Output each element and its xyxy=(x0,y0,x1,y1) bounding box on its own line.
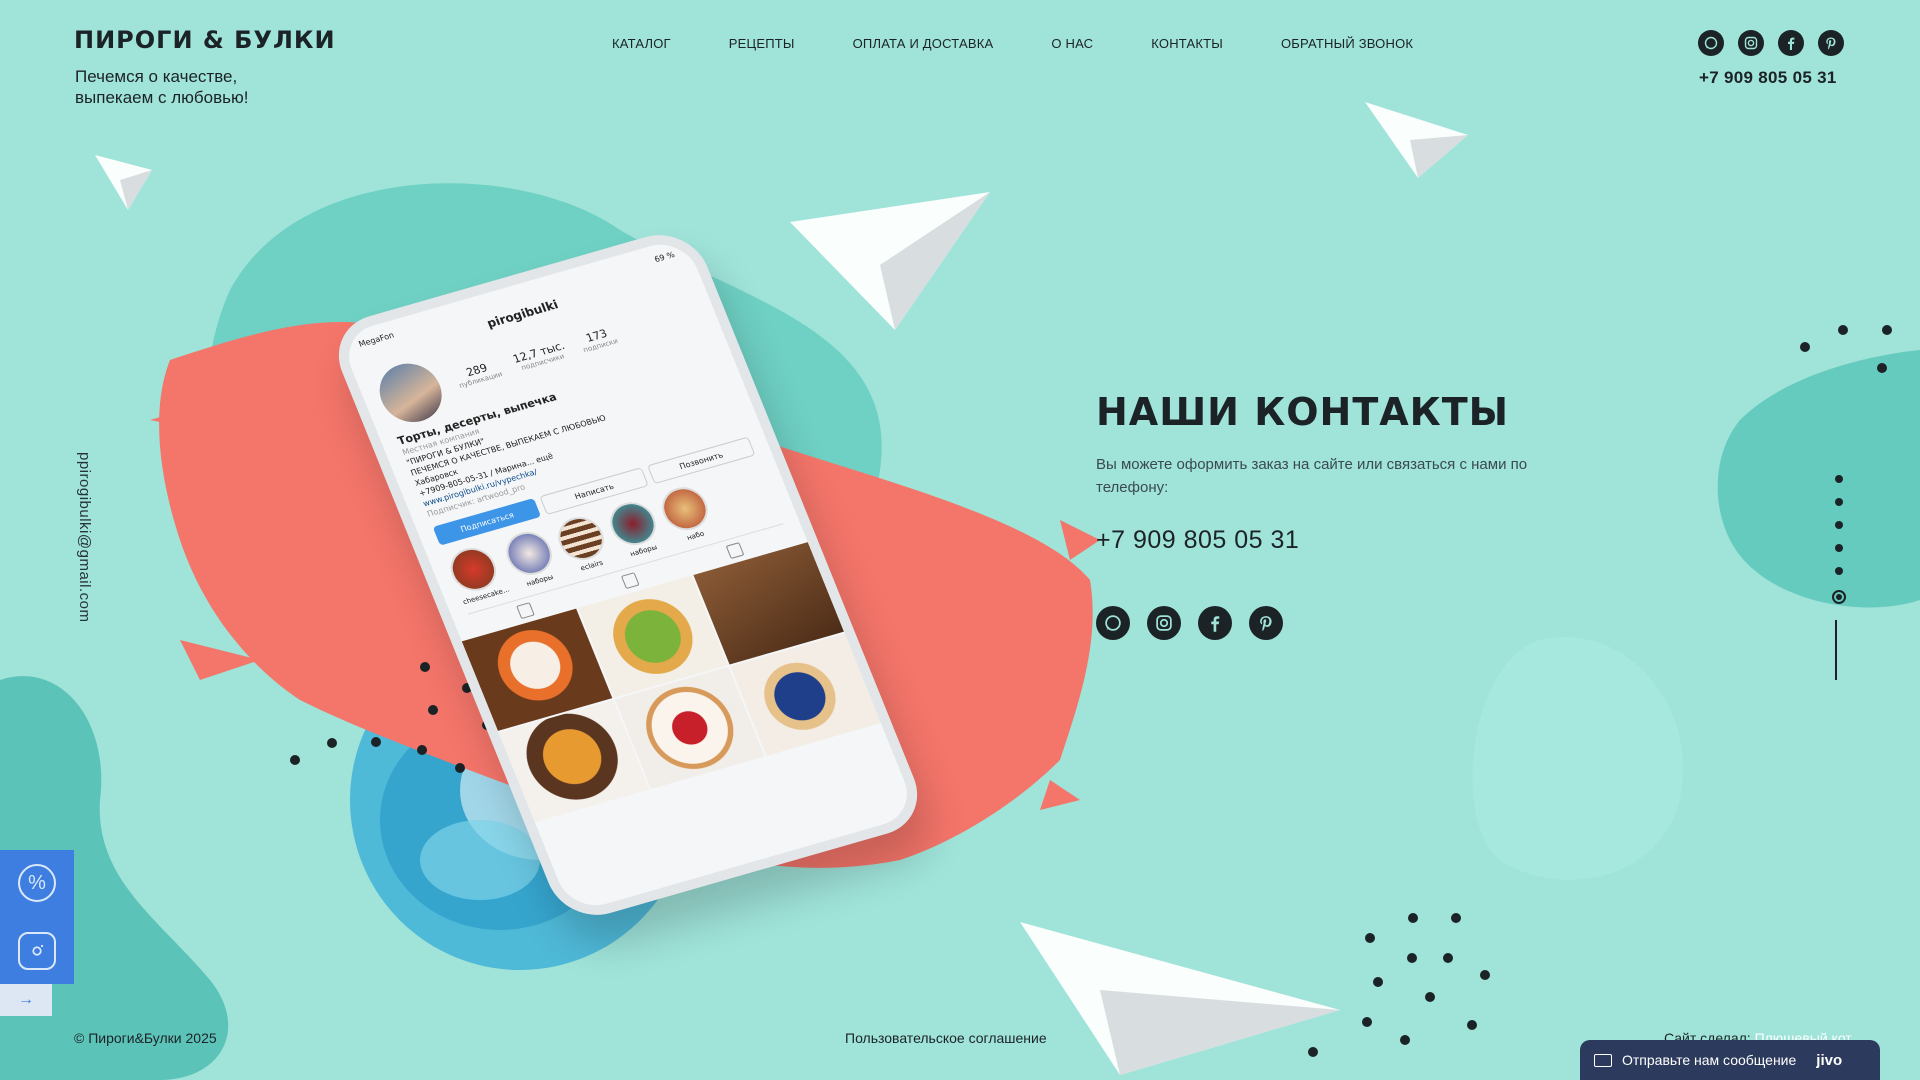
chat-widget-button[interactable]: Отправьте нам сообщение jivo xyxy=(1580,1040,1880,1080)
section-dot[interactable] xyxy=(1835,521,1843,529)
contacts-description: Вы можете оформить заказ на сайте или св… xyxy=(1096,456,1528,496)
whatsapp-icon[interactable] xyxy=(1096,606,1130,640)
section-pagination xyxy=(1832,475,1846,604)
chat-label: Отправьте нам сообщение xyxy=(1622,1052,1797,1068)
instagram-icon[interactable] xyxy=(1738,30,1764,56)
reels-icon xyxy=(620,572,640,590)
stat-followers: 12,7 тыс. подписчики xyxy=(510,338,567,372)
pinterest-icon[interactable] xyxy=(1818,30,1844,56)
nav-callback[interactable]: ОБРАТНЫЙ ЗВОНОК xyxy=(1281,36,1413,51)
instagram-phone-mockup: MegaFon 69 % pirogibulki 289 публикации 1… xyxy=(324,224,932,926)
section-dot-active[interactable] xyxy=(1832,590,1846,604)
highlight-item: eclairs xyxy=(551,512,614,575)
nav-contacts[interactable]: КОНТАКТЫ xyxy=(1151,36,1223,51)
section-dot[interactable] xyxy=(1835,544,1843,552)
site-tagline: Печемся о качестве, выпекаем с любовью! xyxy=(75,67,249,107)
panel-toggle-arrow-icon[interactable]: → xyxy=(0,984,52,1016)
contacts-title: НАШИ КОНТАКТЫ xyxy=(1096,390,1510,434)
main-nav: КАТАЛОГ РЕЦЕПТЫ ОПЛАТА И ДОСТАВКА О НАС … xyxy=(612,36,1413,51)
nav-recipes[interactable]: РЕЦЕПТЫ xyxy=(729,36,795,51)
footer-copyright: © Пироги&Булки 2025 xyxy=(74,1030,217,1046)
envelope-icon xyxy=(1594,1053,1612,1067)
header-phone[interactable]: +7 909 805 05 31 xyxy=(1699,68,1837,88)
user-agreement-link[interactable]: Пользовательское соглашение xyxy=(845,1030,1047,1046)
section-dot[interactable] xyxy=(1835,498,1843,506)
whatsapp-icon[interactable] xyxy=(1698,30,1724,56)
chat-brand: jivo xyxy=(1816,1051,1843,1069)
grid-icon xyxy=(515,602,535,620)
pinterest-icon[interactable] xyxy=(1249,606,1283,640)
background-decoration xyxy=(0,102,1920,1080)
section-dot[interactable] xyxy=(1835,567,1843,575)
tagged-icon xyxy=(725,542,745,559)
facebook-icon[interactable] xyxy=(1778,30,1804,56)
header-social-links xyxy=(1698,30,1844,56)
stat-posts: 289 публикации xyxy=(457,360,504,390)
discount-icon[interactable]: % xyxy=(18,864,56,902)
highlight-item: наборы xyxy=(499,526,563,590)
instagram-icon[interactable] xyxy=(18,932,56,970)
floating-side-panel: % xyxy=(0,850,74,984)
section-dot[interactable] xyxy=(1835,475,1843,483)
nav-catalog[interactable]: КАТАЛОГ xyxy=(612,36,671,51)
stat-following: 173 подписки xyxy=(581,326,619,354)
profile-avatar xyxy=(370,356,451,430)
pagination-line xyxy=(1835,620,1837,680)
phone-frame: MegaFon 69 % pirogibulki 289 публикации 1… xyxy=(324,224,932,926)
highlight-item: набо xyxy=(655,482,718,545)
site-logo[interactable]: ПИРОГИ & БУЛКИ xyxy=(74,26,336,54)
side-email-link[interactable]: ppirogibulki@gmail.com xyxy=(76,452,93,622)
highlight-item: наборы xyxy=(603,497,666,560)
highlight-item: cheesecake... xyxy=(443,542,511,606)
contacts-phone[interactable]: +7 909 805 05 31 xyxy=(1096,526,1299,555)
instagram-icon[interactable] xyxy=(1147,606,1181,640)
facebook-icon[interactable] xyxy=(1198,606,1232,640)
nav-payment-delivery[interactable]: ОПЛАТА И ДОСТАВКА xyxy=(853,36,994,51)
contacts-social-links xyxy=(1096,606,1283,640)
nav-about[interactable]: О НАС xyxy=(1051,36,1093,51)
status-battery: 69 % xyxy=(653,250,677,265)
